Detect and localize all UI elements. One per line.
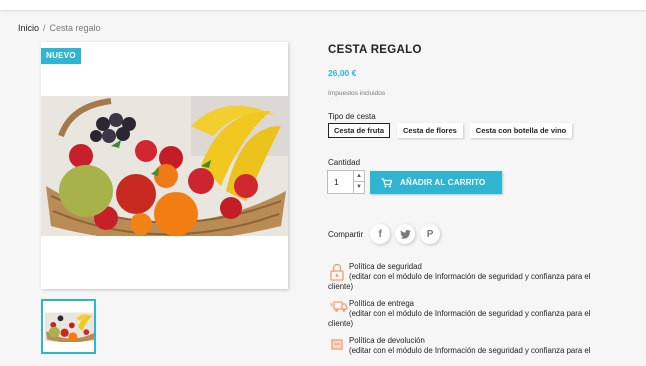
- twitter-icon[interactable]: [395, 224, 416, 244]
- variant-option-flowers[interactable]: Cesta de flores: [397, 123, 463, 138]
- quantity-label: Cantidad: [328, 158, 361, 167]
- cart-icon: [381, 177, 392, 187]
- quantity-stepper: ▲ ▼: [353, 170, 365, 194]
- tax-note: Impuestos incluidos: [328, 90, 386, 97]
- reassurance-description: (editar con el módulo de Información de …: [349, 272, 591, 281]
- quantity-decrease-button[interactable]: ▼: [354, 182, 364, 193]
- reassurance-title: Política de entrega: [349, 299, 415, 308]
- quantity-input[interactable]: 1: [327, 170, 354, 194]
- quantity-increase-button[interactable]: ▲: [354, 171, 364, 182]
- new-badge: NUEVO: [41, 48, 81, 64]
- reassurance-item-security: Política de seguridad (editar con el mód…: [328, 262, 628, 292]
- reassurance-title: Política de seguridad: [349, 262, 422, 271]
- breadcrumb: Inicio / Cesta regalo: [18, 23, 101, 33]
- product-thumbnail[interactable]: [41, 299, 96, 354]
- reassurance-block: Política de seguridad (editar con el mód…: [328, 262, 628, 363]
- breadcrumb-current: Cesta regalo: [49, 23, 101, 33]
- return-icon: [331, 339, 343, 350]
- variant-options: Cesta de fruta Cesta de flores Cesta con…: [328, 123, 573, 138]
- reassurance-description: (editar con el módulo de Información de …: [349, 309, 591, 318]
- breadcrumb-separator: /: [43, 23, 46, 33]
- lock-icon: [330, 263, 344, 281]
- share-label: Compartir: [328, 229, 364, 239]
- reassurance-title: Política de devolución: [349, 336, 425, 345]
- reassurance-description-end: cliente): [328, 319, 354, 328]
- product-title: CESTA REGALO: [328, 44, 422, 56]
- delivery-truck-icon: [330, 301, 348, 312]
- reassurance-description: (editar con el módulo de Información de …: [349, 346, 591, 355]
- reassurance-item-returns: Política de devolución (editar con el mó…: [328, 336, 628, 356]
- breadcrumb-home-link[interactable]: Inicio: [18, 23, 39, 33]
- facebook-icon[interactable]: f: [370, 224, 391, 244]
- header-bar: [0, 0, 646, 10]
- fruit-basket-image: [41, 96, 288, 236]
- variant-group-label: Tipo de cesta: [328, 112, 376, 121]
- pinterest-icon[interactable]: P: [420, 224, 441, 244]
- share-bar: Compartir f P: [328, 224, 441, 244]
- variant-option-fruit[interactable]: Cesta de fruta: [328, 123, 391, 138]
- fruit-basket-thumbnail-image: [45, 312, 94, 342]
- product-price: 26,00 €: [328, 68, 357, 78]
- add-to-cart-label: AÑADIR AL CARRITO: [400, 178, 486, 187]
- product-cover-image[interactable]: [41, 42, 288, 289]
- add-to-cart-button[interactable]: AÑADIR AL CARRITO: [370, 171, 502, 194]
- variant-option-wine[interactable]: Cesta con botella de vino: [469, 123, 573, 138]
- reassurance-item-delivery: Política de entrega (editar con el módul…: [328, 299, 628, 329]
- reassurance-description-end: cliente): [328, 282, 354, 291]
